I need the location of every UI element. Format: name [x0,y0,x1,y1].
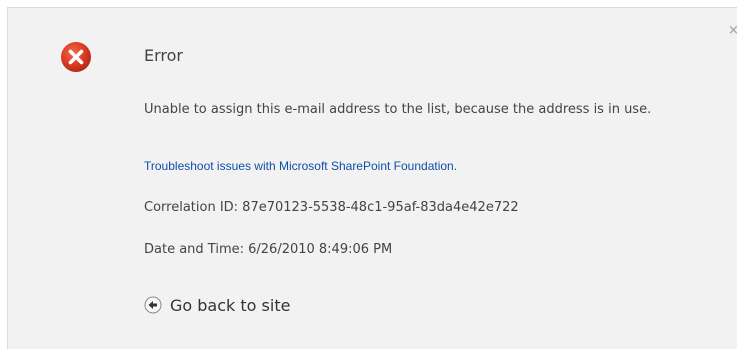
date-and-time: Date and Time: 6/26/2010 8:49:06 PM [144,242,393,257]
error-icon [61,42,91,72]
error-message: Unable to assign this e-mail address to … [144,102,652,117]
correlation-id: Correlation ID: 87e70123-5538-48c1-95af-… [144,200,519,215]
go-back-label: Go back to site [170,295,291,315]
troubleshoot-link[interactable]: Troubleshoot issues with Microsoft Share… [144,159,457,173]
go-back-link[interactable]: Go back to site [144,295,290,315]
error-dialog: × Error Unable to assign this e-mail add… [7,7,737,349]
error-title: Error [144,46,183,65]
close-icon[interactable]: × [728,24,737,37]
back-arrow-icon [144,296,162,314]
